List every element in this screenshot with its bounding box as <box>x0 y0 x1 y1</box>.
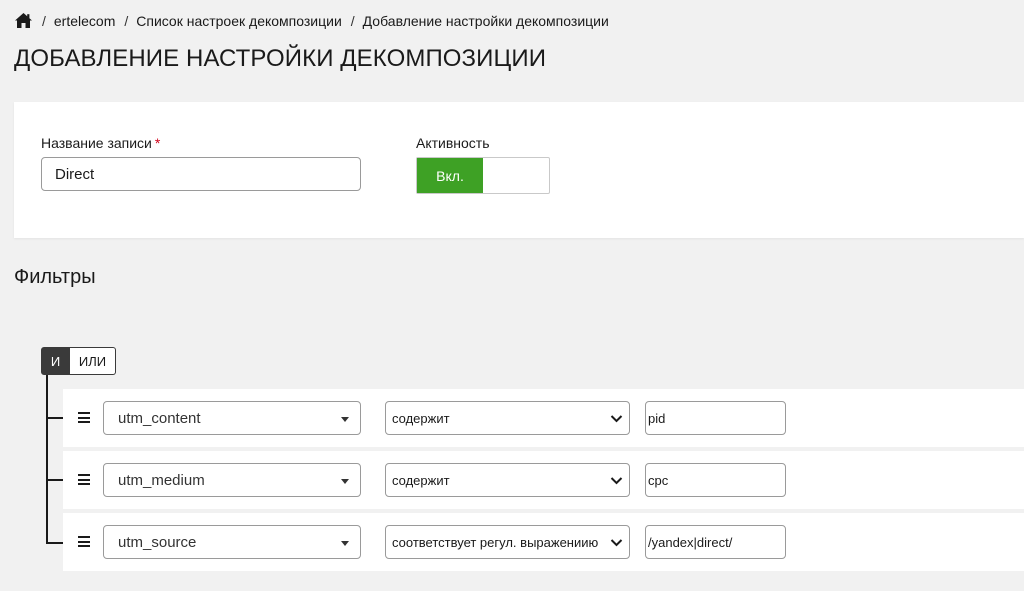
activity-toggle[interactable]: Вкл. <box>416 157 550 194</box>
chevron-down-icon <box>610 415 623 423</box>
filter-rule-row: utm_source соответствует регул. выражени… <box>63 513 1024 571</box>
breadcrumb-item-current: Добавление настройки декомпозиции <box>362 12 609 29</box>
home-icon[interactable] <box>14 12 33 29</box>
filter-rule-row: utm_medium содержит <box>63 451 1024 509</box>
rule-value-input[interactable] <box>645 525 786 559</box>
rule-operator-select[interactable]: содержит <box>385 401 630 435</box>
page-title: ДОБАВЛЕНИЕ НАСТРОЙКИ ДЕКОМПОЗИЦИИ <box>14 45 547 72</box>
rule-operator-select[interactable]: соответствует регул. выражениию <box>385 525 630 559</box>
drag-handle-icon[interactable] <box>78 474 90 485</box>
breadcrumb-item-settings-list[interactable]: Список настроек декомпозиции <box>136 13 342 29</box>
drag-handle-icon[interactable] <box>78 412 90 423</box>
filters-title: Фильтры <box>14 266 96 288</box>
logic-or-button[interactable]: ИЛИ <box>70 347 116 375</box>
logic-operator-group: И ИЛИ <box>41 347 116 375</box>
rule-operator-value: содержит <box>392 472 450 488</box>
required-asterisk: * <box>154 135 161 151</box>
settings-card: Название записи* Активность Вкл. <box>14 102 1024 238</box>
breadcrumb-item-ertelecom[interactable]: ertelecom <box>54 13 115 29</box>
tree-connector-line <box>46 375 48 544</box>
rule-field-select[interactable]: utm_content <box>103 401 361 435</box>
activity-label: Активность <box>416 135 490 151</box>
record-name-label: Название записи * <box>41 135 160 151</box>
rule-operator-value: соответствует регул. выражениию <box>392 534 599 550</box>
drag-handle-icon[interactable] <box>78 536 90 547</box>
rule-value-input[interactable] <box>645 401 786 435</box>
breadcrumb: / ertelecom / Список настроек декомпозиц… <box>14 12 609 29</box>
breadcrumb-separator: / <box>124 12 129 29</box>
tree-branch-line <box>46 542 63 544</box>
activity-toggle-on[interactable]: Вкл. <box>417 158 483 193</box>
caret-down-icon <box>341 479 349 484</box>
rule-field-value: utm_content <box>118 409 201 427</box>
filter-rule-row: utm_content содержит <box>63 389 1024 447</box>
tree-branch-line <box>46 417 63 419</box>
breadcrumb-separator: / <box>42 12 46 29</box>
rule-field-value: utm_source <box>118 533 197 551</box>
record-name-input[interactable] <box>41 157 361 191</box>
rule-field-value: utm_medium <box>118 471 205 489</box>
rule-field-select[interactable]: utm_medium <box>103 463 361 497</box>
breadcrumb-separator: / <box>350 12 355 29</box>
caret-down-icon <box>341 417 349 422</box>
caret-down-icon <box>341 541 349 546</box>
rule-operator-select[interactable]: содержит <box>385 463 630 497</box>
rule-field-select[interactable]: utm_source <box>103 525 361 559</box>
rule-value-input[interactable] <box>645 463 786 497</box>
tree-branch-line <box>46 479 63 481</box>
chevron-down-icon <box>610 539 623 547</box>
logic-and-button[interactable]: И <box>41 347 70 375</box>
chevron-down-icon <box>610 477 623 485</box>
activity-toggle-off[interactable] <box>483 158 549 193</box>
rule-operator-value: содержит <box>392 410 450 426</box>
record-name-label-text: Название записи <box>41 135 152 151</box>
